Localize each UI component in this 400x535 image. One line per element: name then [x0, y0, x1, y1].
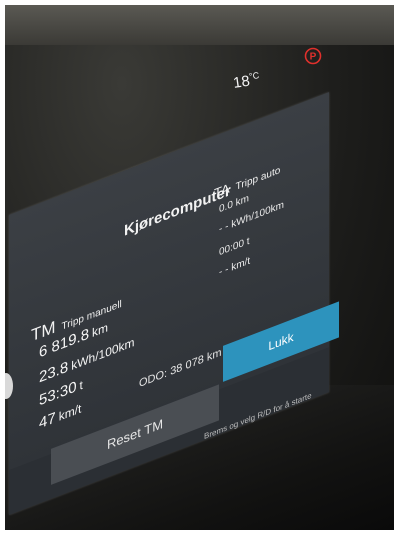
svg-text:P: P: [310, 52, 317, 63]
temperature-readout: 18°C: [232, 70, 261, 92]
temperature-unit: °C: [248, 70, 260, 82]
infotainment-screen: 18°C P Kjørecomputer TA Tripp auto 0.0 km…: [5, 5, 394, 530]
photo-frame: 18°C P Kjørecomputer TA Tripp auto 0.0 km…: [5, 5, 394, 530]
start-hint: Brems og velg R/D for å starte: [204, 390, 312, 442]
trip-computer-dialog: Kjørecomputer TA Tripp auto 0.0 km - - kW…: [9, 92, 339, 515]
trip-manual-time-unit: t: [79, 377, 83, 393]
parking-brake-icon: P: [304, 47, 322, 65]
